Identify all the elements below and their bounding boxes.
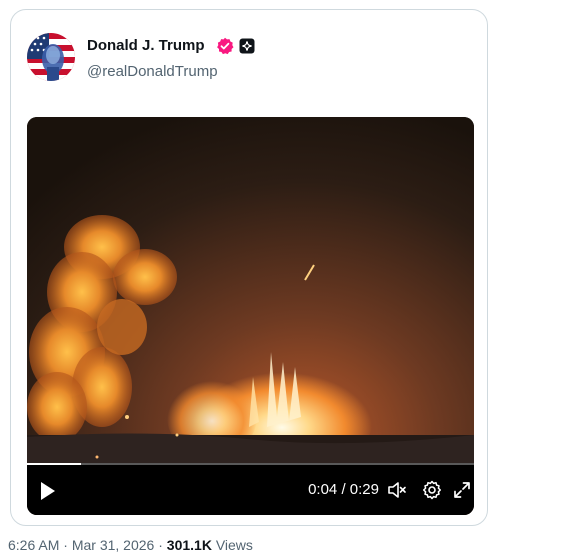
views-label: Views [211, 537, 253, 553]
avatar-image [27, 33, 75, 81]
fullscreen-icon[interactable] [452, 480, 472, 500]
author-avatar[interactable] [27, 33, 75, 81]
post-metadata: 6:26 AM · Mar 31, 2026 · 301.1K Views [8, 537, 253, 553]
affiliate-badge-icon[interactable] [239, 38, 255, 54]
meta-dot: · [154, 537, 167, 553]
post-date[interactable]: Mar 31, 2026 [72, 537, 155, 553]
settings-gear-icon[interactable] [422, 480, 442, 500]
current-time: 0:04 [308, 481, 338, 498]
post-time[interactable]: 6:26 AM [8, 537, 59, 553]
author-handle[interactable]: @realDonaldTrump [87, 63, 218, 80]
video-progress-fill [27, 463, 81, 465]
meta-dot: · [59, 537, 72, 553]
play-icon[interactable] [39, 481, 57, 501]
verified-badge-icon [217, 37, 234, 55]
author-display-name[interactable]: Donald J. Trump [87, 37, 205, 54]
video-time-display: 0:04 / 0:29 [308, 481, 379, 498]
volume-muted-icon[interactable] [387, 480, 407, 500]
video-frame[interactable] [27, 117, 474, 515]
video-player[interactable]: 0:04 / 0:29 [27, 117, 474, 515]
time-separator: / [337, 481, 350, 498]
video-progress-bar[interactable] [27, 463, 474, 465]
video-controls: 0:04 / 0:29 [27, 463, 474, 515]
views-count[interactable]: 301.1K [167, 537, 212, 553]
duration: 0:29 [349, 481, 379, 498]
post-card[interactable]: Donald J. Trump @realDonaldTrump 0:04 / … [10, 9, 488, 526]
